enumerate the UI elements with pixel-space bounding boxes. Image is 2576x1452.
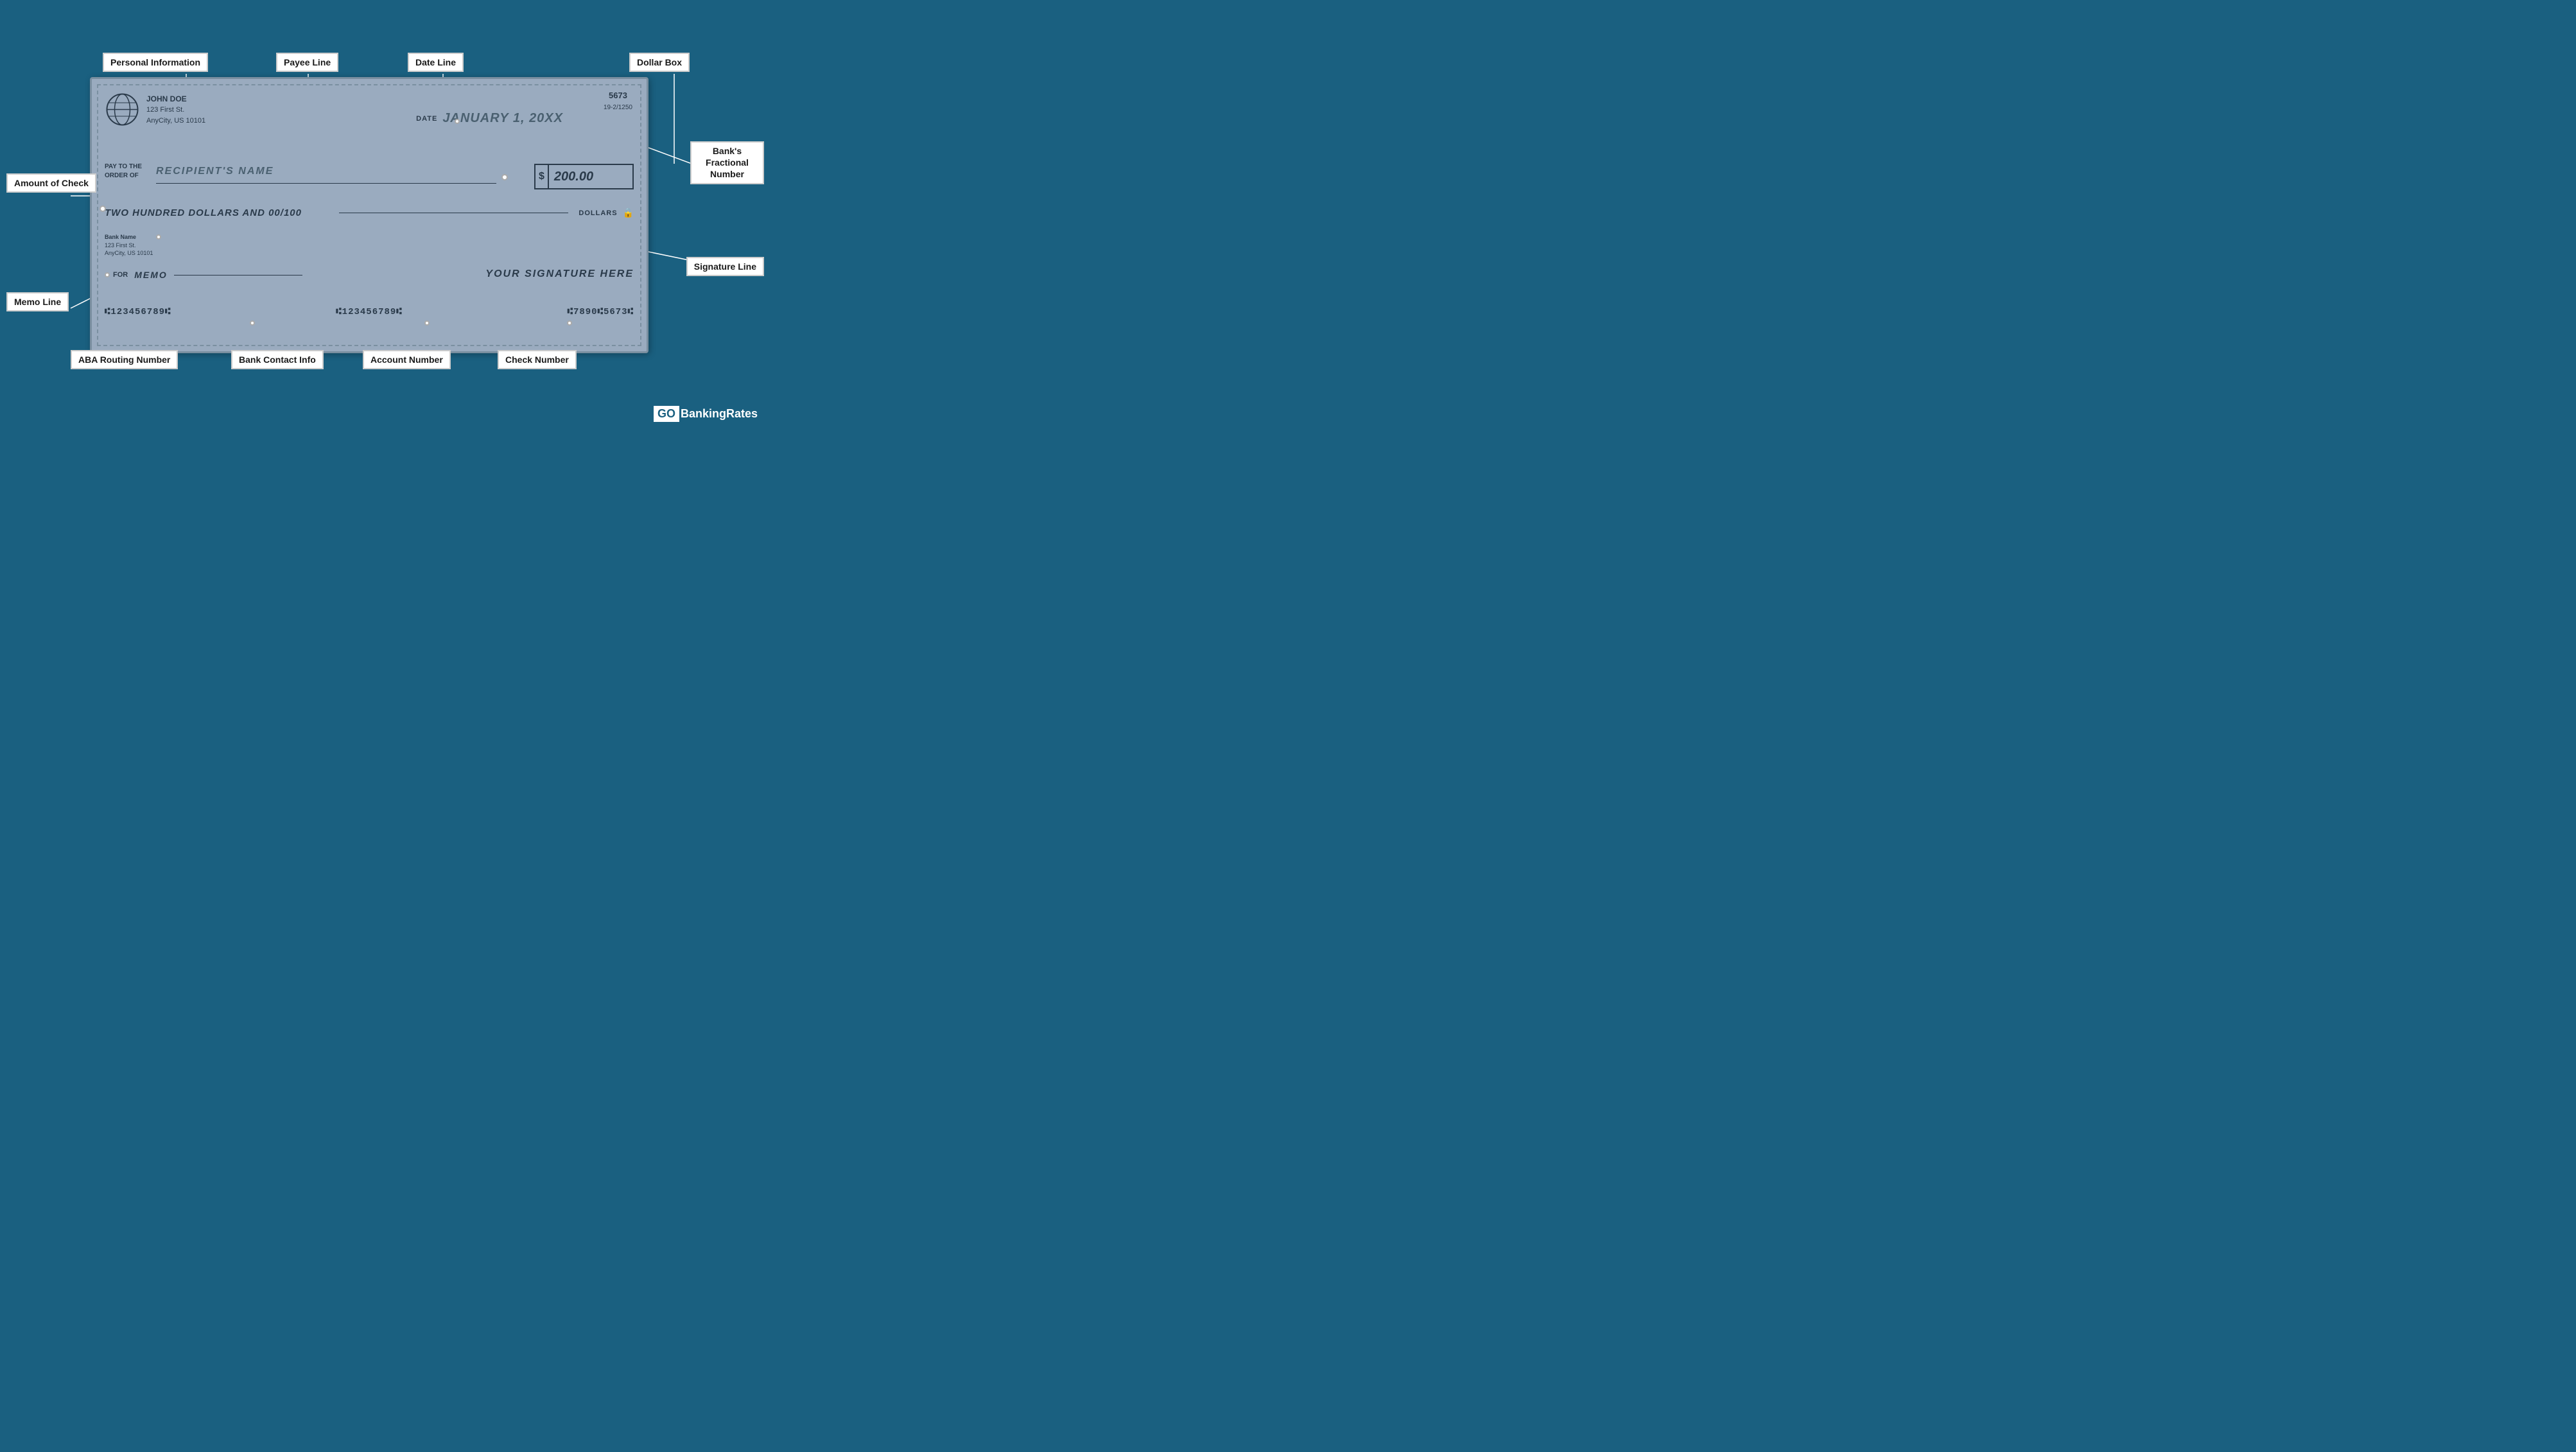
payee-underline bbox=[156, 183, 496, 184]
logo-banking-rates: BankingRates bbox=[681, 407, 758, 421]
signature-line-label: Signature Line bbox=[686, 257, 764, 276]
globe-icon bbox=[105, 92, 140, 127]
bank-info-dot bbox=[156, 234, 161, 240]
written-amount-dot bbox=[100, 206, 106, 212]
lock-icon: 🔒 bbox=[623, 207, 634, 218]
owner-info: JOHN DOE 123 First St. AnyCity, US 10101 bbox=[146, 93, 205, 126]
routing-dot bbox=[250, 320, 255, 326]
memo-area: FOR MEMO bbox=[105, 270, 302, 280]
account-number-label: Account Number bbox=[363, 350, 451, 369]
pay-to-label: PAY TO THE ORDER OF bbox=[105, 162, 142, 180]
payee-line-label: Payee Line bbox=[276, 53, 338, 72]
check-number-label: Check Number bbox=[498, 350, 577, 369]
dollar-box-label: Dollar Box bbox=[629, 53, 690, 72]
check-number-display: 5673 19-2/1250 bbox=[604, 91, 632, 112]
date-line-label: Date Line bbox=[408, 53, 464, 72]
aba-routing-label: ABA Routing Number bbox=[71, 350, 178, 369]
dollar-amount-dot bbox=[501, 174, 508, 180]
check-number-bottom-dot bbox=[567, 320, 572, 326]
micr-account: ⑆123456789⑆ bbox=[336, 307, 402, 317]
written-amount-section: TWO HUNDRED DOLLARS AND 00/100 DOLLARS 🔒 bbox=[105, 207, 634, 218]
micr-line: ⑆123456789⑆ ⑆123456789⑆ ⑆7890⑆5673⑆ bbox=[105, 307, 634, 317]
logo-go: GO bbox=[654, 406, 679, 422]
micr-check-number: ⑆7890⑆5673⑆ bbox=[568, 307, 634, 317]
memo-dot bbox=[105, 272, 110, 277]
memo-sig-section: FOR MEMO YOUR SIGNATURE HERE bbox=[105, 268, 634, 280]
date-section: DATE JANUARY 1, 20XX bbox=[416, 111, 563, 126]
go-banking-rates-logo: GO BankingRates bbox=[654, 406, 758, 422]
bank-info-area: Bank Name 123 First St. AnyCity, US 1010… bbox=[105, 233, 153, 258]
memo-line-label: Memo Line bbox=[6, 292, 69, 311]
personal-information-label: Personal Information bbox=[103, 53, 208, 72]
amount-of-check-label: Amount of Check bbox=[6, 173, 96, 193]
dollar-box: $ 200.00 bbox=[534, 164, 634, 189]
banks-fractional-number-label: Bank's Fractional Number bbox=[690, 141, 764, 184]
bank-contact-info-label: Bank Contact Info bbox=[231, 350, 324, 369]
check: 5673 19-2/1250 JOHN DOE 123 First St. An… bbox=[90, 77, 648, 353]
account-dot bbox=[424, 320, 430, 326]
date-dot bbox=[455, 119, 460, 124]
micr-routing: ⑆123456789⑆ bbox=[105, 307, 171, 317]
payee-name: RECIPIENT'S NAME bbox=[156, 166, 274, 177]
personal-info-section: JOHN DOE 123 First St. AnyCity, US 10101 bbox=[105, 92, 205, 127]
